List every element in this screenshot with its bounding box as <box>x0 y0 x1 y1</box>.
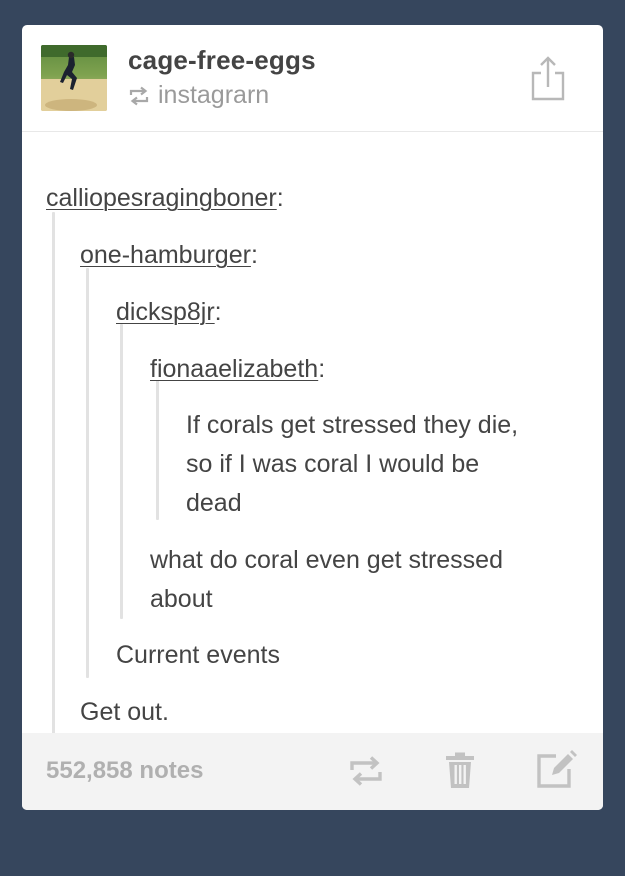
reply-text-line: about <box>150 585 213 613</box>
quote-bar-level-4 <box>156 380 159 520</box>
edit-button[interactable] <box>534 747 578 796</box>
notes-count[interactable]: 552,858 notes <box>46 757 203 785</box>
quote-text-line: so if I was coral I would be <box>186 450 480 478</box>
edit-icon <box>537 750 577 788</box>
blog-name[interactable]: cage-free-eggs <box>128 45 316 76</box>
avatar-image <box>41 45 107 111</box>
quote-bar-level-2 <box>86 268 89 678</box>
username-separator: : <box>250 241 258 269</box>
post-card: cage-free-eggs instagrarn calliopesragin… <box>22 25 603 810</box>
reblog-button[interactable] <box>346 751 386 796</box>
thread-username-4: fionaaelizabeth: <box>150 350 325 388</box>
post-header: cage-free-eggs instagrarn <box>22 25 603 132</box>
delete-button[interactable] <box>443 751 477 796</box>
reblogged-from-link[interactable]: instagrarn <box>158 81 269 110</box>
username-separator: : <box>276 184 284 212</box>
quote-bar-level-1 <box>52 212 55 735</box>
thread-username-2: one-hamburger: <box>80 236 258 274</box>
share-button[interactable] <box>530 55 566 101</box>
reply-text: Get out. <box>80 698 169 726</box>
reblogged-from: instagrarn <box>128 81 269 110</box>
username-link[interactable]: fionaaelizabeth <box>150 355 318 383</box>
username-link[interactable]: one-hamburger <box>80 241 251 269</box>
thread-username-3: dicksp8jr: <box>116 293 222 331</box>
trash-icon <box>446 752 474 788</box>
username-separator: : <box>318 355 326 383</box>
quote-text-line: If corals get stressed they die, <box>186 411 519 439</box>
username-link[interactable]: calliopesragingboner <box>46 184 277 212</box>
reblog-icon <box>350 756 382 786</box>
reply-text-line: what do coral even get stressed <box>150 546 503 574</box>
avatar[interactable] <box>41 45 107 111</box>
username-separator: : <box>214 298 222 326</box>
reply-text: Current events <box>116 641 280 669</box>
reblog-small-icon <box>128 86 150 106</box>
quote-bar-level-3 <box>120 324 123 619</box>
share-icon <box>531 56 565 101</box>
quote-text-line: dead <box>186 489 242 517</box>
username-link[interactable]: dicksp8jr <box>116 298 215 326</box>
thread-username-1: calliopesragingboner: <box>46 179 284 217</box>
post-footer: 552,858 notes <box>22 733 603 810</box>
